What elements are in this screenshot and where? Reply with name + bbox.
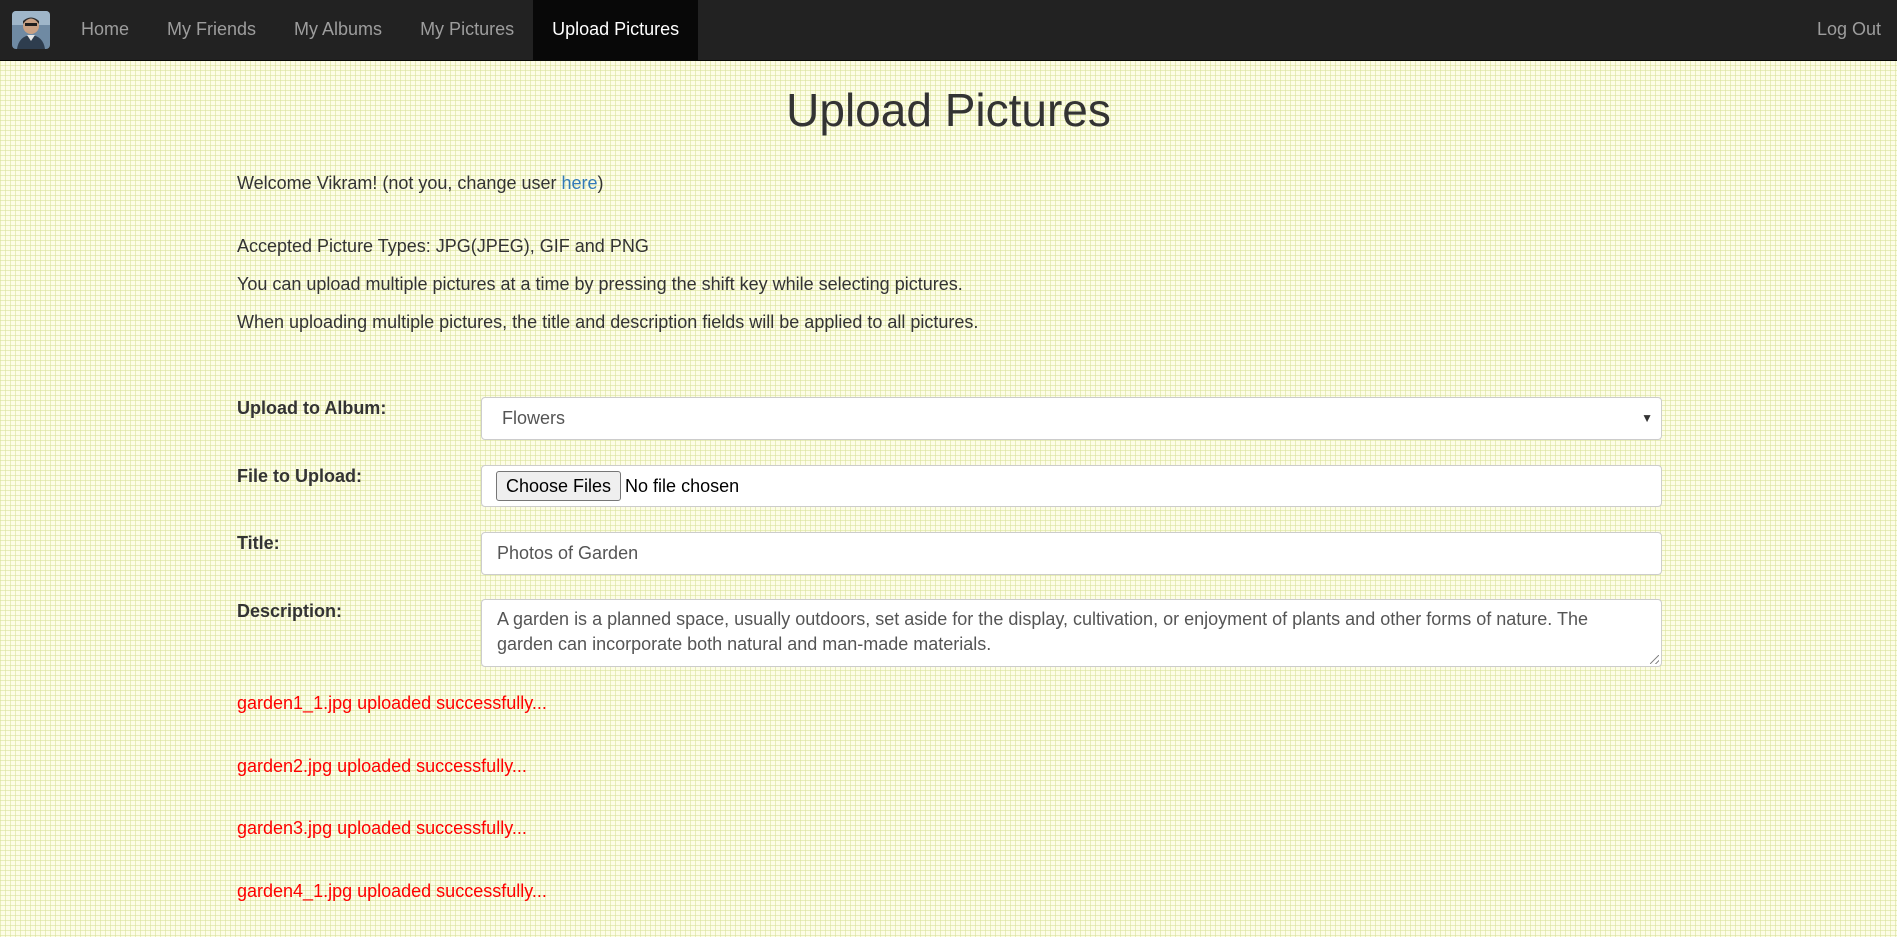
description-textarea[interactable]: A garden is a planned space, usually out…: [481, 599, 1662, 667]
upload-success-message: garden1_1.jpg uploaded successfully...: [237, 693, 547, 713]
upload-success-message: garden3.jpg uploaded successfully...: [237, 818, 527, 838]
nav-item-my-friends[interactable]: My Friends: [148, 0, 275, 60]
logout-link[interactable]: Log Out: [1817, 0, 1881, 60]
multiple-upload-note: When uploading multiple pictures, the ti…: [237, 312, 979, 332]
album-select-value: Flowers: [502, 408, 566, 428]
accepted-types-text: Accepted Picture Types: JPG(JPEG), GIF a…: [237, 236, 649, 256]
title-input[interactable]: Photos of Garden: [481, 532, 1662, 575]
file-input[interactable]: Choose Files No file chosen: [481, 465, 1662, 507]
navbar: Home My Friends My Albums My Pictures Up…: [0, 0, 1897, 61]
upload-success-message: garden4_1.jpg uploaded successfully...: [237, 881, 547, 901]
description-text: A garden is a planned space, usually out…: [497, 609, 1588, 654]
file-status: No file chosen: [625, 475, 740, 496]
welcome-prefix: Welcome Vikram! (not you, change user: [237, 173, 562, 193]
user-avatar-icon[interactable]: [12, 11, 50, 49]
upload-success-message: garden2.jpg uploaded successfully...: [237, 756, 527, 776]
album-select[interactable]: Flowers ▼: [481, 397, 1662, 440]
resize-handle-icon[interactable]: [1650, 655, 1659, 664]
description-label: Description:: [237, 601, 343, 621]
file-label: File to Upload:: [237, 466, 362, 486]
nav-item-upload-pictures[interactable]: Upload Pictures: [533, 0, 699, 60]
choose-files-button[interactable]: Choose Files: [496, 471, 622, 501]
multiple-upload-hint: You can upload multiple pictures at a ti…: [237, 274, 963, 294]
nav-item-my-pictures[interactable]: My Pictures: [401, 0, 533, 60]
nav-menu: Home My Friends My Albums My Pictures Up…: [62, 0, 699, 60]
album-label: Upload to Album:: [237, 398, 387, 418]
title-label: Title:: [237, 533, 280, 553]
chevron-down-icon: ▼: [1641, 411, 1653, 425]
change-user-link[interactable]: here: [561, 173, 597, 193]
nav-item-home[interactable]: Home: [62, 0, 148, 60]
welcome-suffix: ): [597, 173, 604, 193]
page-title: Upload Pictures: [786, 84, 1111, 136]
welcome-message: Welcome Vikram! (not you, change user he…: [237, 172, 604, 194]
nav-item-my-albums[interactable]: My Albums: [275, 0, 401, 60]
